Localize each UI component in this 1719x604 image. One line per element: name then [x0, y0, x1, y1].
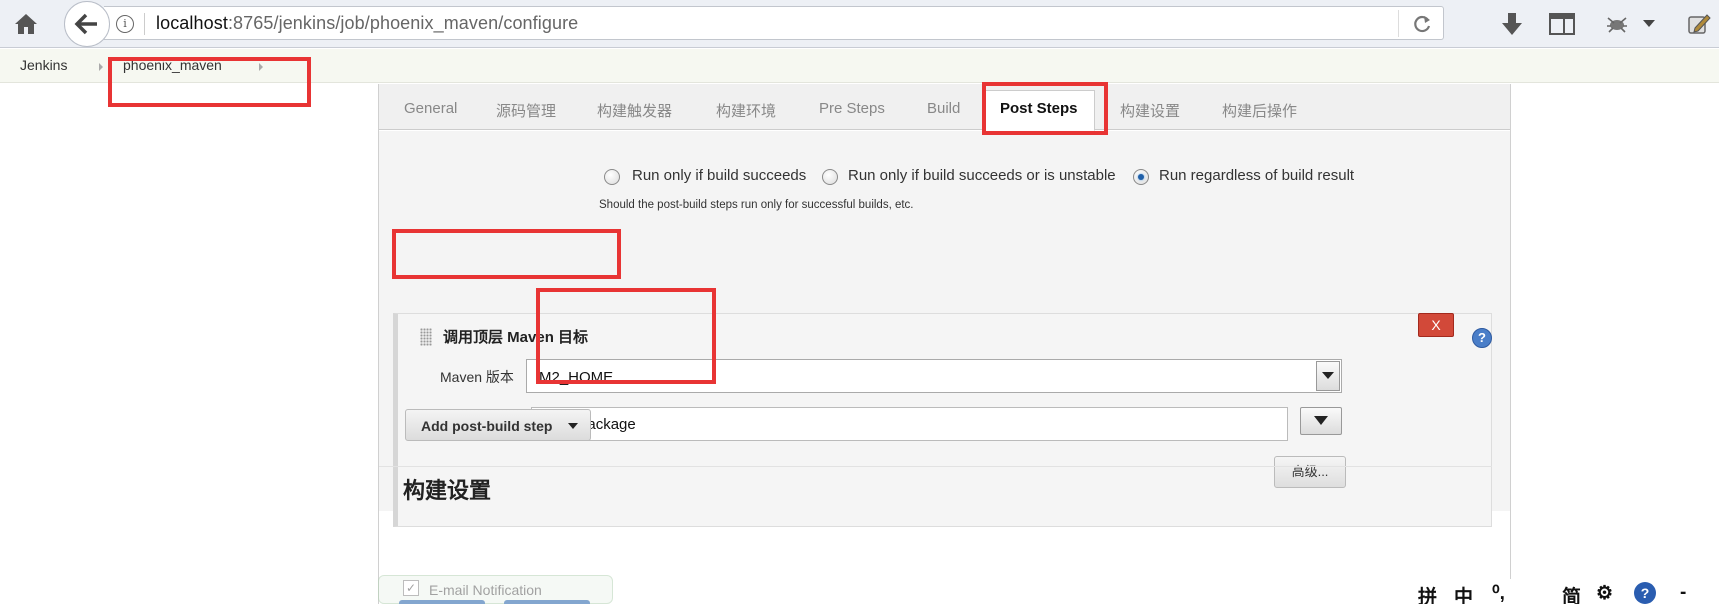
post-steps-section: Run only if build succeeds Run only if b… [379, 131, 1510, 527]
firebug-icon[interactable] [1602, 9, 1632, 39]
radio-run-if-unstable[interactable] [822, 169, 838, 185]
caret-down-icon [568, 423, 578, 429]
url-host: localhost [156, 13, 228, 33]
add-post-build-step-button[interactable]: Add post-build step [405, 409, 591, 441]
ime-chinese[interactable]: 中 [1454, 582, 1473, 604]
back-arrow-icon [74, 13, 97, 35]
drag-handle-icon[interactable] [420, 328, 432, 346]
tab-post-build-actions[interactable]: 构建后操作 [1222, 100, 1297, 121]
maven-version-value: M2_HOME [539, 369, 614, 386]
delete-step-button[interactable]: X [1418, 313, 1454, 337]
address-bar[interactable]: i localhost:8765/jenkins/job/phoenix_mav… [104, 6, 1444, 40]
ime-settings-icon[interactable]: ⚙ [1596, 582, 1613, 604]
tab-pre-steps[interactable]: Pre Steps [819, 100, 885, 117]
url-path: :8765/jenkins/job/phoenix_maven/configur… [227, 13, 579, 33]
download-icon[interactable] [1497, 9, 1527, 39]
home-icon[interactable] [10, 8, 42, 40]
tab-build[interactable]: Build [927, 100, 960, 117]
chevron-down-icon[interactable] [1640, 9, 1658, 39]
radio-label-run-regardless: Run regardless of build result [1159, 167, 1355, 184]
radio-label-run-if-unstable: Run only if build succeeds or is unstabl… [848, 167, 1116, 184]
tab-build-settings[interactable]: 构建设置 [1120, 100, 1180, 121]
build-settings-heading: 构建设置 [403, 478, 492, 503]
tab-source-code[interactable]: 源码管理 [496, 100, 556, 121]
ime-pinyin[interactable]: 拼 [1418, 582, 1437, 604]
config-panel: General 源码管理 构建触发器 构建环境 Pre Steps Build … [378, 84, 1511, 604]
window-icon[interactable] [1547, 9, 1577, 39]
reload-separator [1398, 10, 1399, 37]
maven-version-select[interactable]: M2_HOME [526, 359, 1342, 393]
add-step-label: Add post-build step [421, 418, 553, 434]
info-icon[interactable]: i [116, 15, 134, 33]
caret-down-icon [1314, 416, 1328, 425]
advanced-button[interactable]: 高级... [1274, 456, 1346, 488]
breadcrumb-job[interactable]: phoenix_maven [123, 57, 222, 73]
ime-toolbar: 拼 中 ⁰, 简 ⚙ ? - [1394, 579, 1719, 604]
breadcrumb: Jenkins phoenix_maven [0, 49, 1719, 83]
tab-build-triggers[interactable]: 构建触发器 [597, 100, 672, 121]
edit-note-icon[interactable] [1684, 9, 1714, 39]
goals-expand-button[interactable] [1300, 407, 1342, 435]
goals-input[interactable] [531, 407, 1288, 441]
floating-toolbar: ✓ E-mail Notification [378, 575, 613, 604]
breadcrumb-arrow-icon[interactable] [259, 63, 263, 71]
ime-minimize-icon[interactable]: - [1680, 582, 1686, 604]
email-notification-label: E-mail Notification [429, 582, 542, 598]
reload-icon[interactable] [1411, 13, 1433, 35]
tab-build-environment[interactable]: 构建环境 [716, 100, 776, 121]
tab-general[interactable]: General [404, 100, 457, 117]
back-button[interactable] [64, 1, 110, 47]
help-icon[interactable]: ? [1472, 328, 1492, 348]
breadcrumb-arrow-icon[interactable] [99, 63, 103, 71]
post-steps-hint: Should the post-build steps run only for… [599, 199, 914, 211]
apply-mini-button[interactable] [504, 600, 590, 604]
ime-help-icon[interactable]: ? [1634, 582, 1656, 604]
radio-label-run-if-success: Run only if build succeeds [632, 167, 807, 184]
ime-simplified[interactable]: 简 [1562, 582, 1581, 604]
url-separator [144, 13, 145, 35]
builder-title: 调用顶层 Maven 目标 [443, 329, 589, 346]
url-text[interactable]: localhost:8765/jenkins/job/phoenix_maven… [156, 13, 578, 34]
save-mini-button[interactable] [399, 600, 485, 604]
breadcrumb-jenkins[interactable]: Jenkins [20, 57, 67, 73]
email-notification-checkbox[interactable]: ✓ [403, 580, 419, 596]
radio-run-if-success[interactable] [604, 169, 620, 185]
radio-run-regardless[interactable] [1133, 169, 1149, 185]
ime-punctuation[interactable]: ⁰, [1492, 582, 1505, 604]
select-arrow-icon[interactable] [1316, 361, 1340, 391]
browser-toolbar: i localhost:8765/jenkins/job/phoenix_mav… [0, 0, 1719, 48]
section-divider [379, 466, 1492, 467]
tab-post-steps[interactable]: Post Steps [983, 90, 1095, 131]
config-tabs: General 源码管理 构建触发器 构建环境 Pre Steps Build … [379, 84, 1510, 131]
maven-version-label: Maven 版本 [440, 369, 514, 385]
